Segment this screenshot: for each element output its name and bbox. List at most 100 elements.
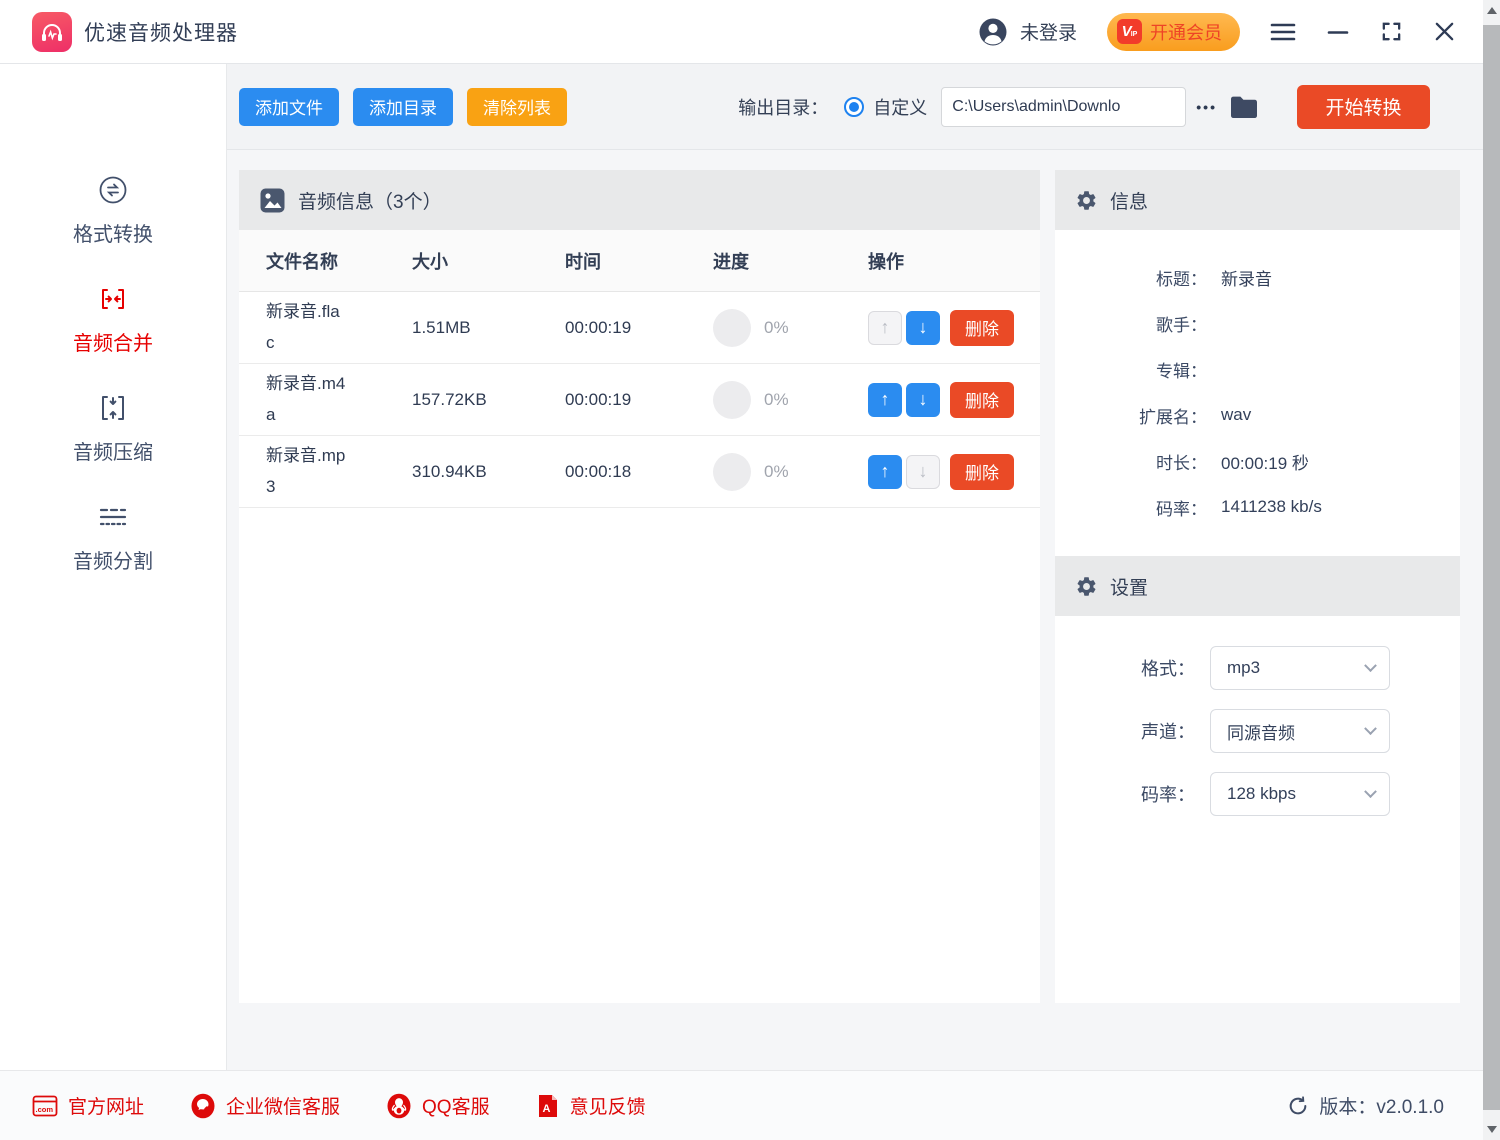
audio-compress-icon [97,392,129,424]
file-name: 新录音.mp3 [266,441,348,502]
open-folder-button[interactable] [1229,94,1259,120]
sidebar-item-audio-merge[interactable]: 音频合并 [73,283,153,356]
file-size: 1.51MB [412,318,565,338]
sidebar-item-format-convert[interactable]: 格式转换 [73,174,153,247]
col-size: 大小 [412,248,565,274]
login-area[interactable]: 未登录 [978,17,1077,47]
audio-info-icon [259,187,286,214]
progress-circle [713,453,751,491]
move-up-button[interactable]: ↑ [868,455,902,489]
footer: .com 官方网址 企业微信客服 QQ客服 [0,1070,1500,1140]
info-field: 专辑： [1055,346,1460,392]
col-operation: 操作 [868,248,1040,274]
progress-circle [713,381,751,419]
app-logo-icon [32,12,72,52]
official-website-link[interactable]: .com 官方网址 [32,1092,144,1119]
toolbar: 添加文件 添加目录 清除列表 输出目录： 自定义 ••• 开始转换 [227,64,1500,150]
info-field: 码率：1411238 kb/s [1055,484,1460,530]
custom-radio[interactable] [844,97,864,117]
info-panel-title: 信息 [1110,187,1148,214]
info-field: 扩展名：wav [1055,392,1460,438]
chevron-down-icon [1364,722,1377,735]
progress-percent: 0% [764,462,789,482]
setting-field: 码率： 128 kbps [1055,772,1460,816]
move-down-button[interactable]: ↓ [906,311,940,345]
feedback-link[interactable]: A 意见反馈 [536,1092,646,1119]
scroll-up-arrow[interactable] [1483,2,1500,19]
wechat-work-icon [190,1093,216,1119]
info-field: 标题：新录音 [1055,254,1460,300]
move-up-button[interactable]: ↑ [868,311,902,345]
setting-field: 声道： 同源音频 [1055,709,1460,753]
close-button[interactable] [1433,20,1456,43]
content-area: 音频信息（3个） 文件名称 大小 时间 进度 操作 新录音.flac 1.51M… [227,150,1500,1070]
progress-circle [713,309,751,347]
audio-merge-icon [97,283,129,315]
col-file-name: 文件名称 [266,248,412,274]
info-field: 歌手： [1055,300,1460,346]
qq-icon [386,1093,412,1119]
folder-icon [1229,94,1259,120]
table-row: 新录音.flac 1.51MB 00:00:19 0% ↑ ↓ 删除 [239,292,1040,364]
delete-button[interactable]: 删除 [950,382,1014,418]
info-field: 时长：00:00:19 秒 [1055,438,1460,484]
version-label: 版本：v2.0.1.0 [1319,1092,1444,1119]
scrollbar[interactable] [1483,0,1500,1140]
chevron-down-icon [1364,785,1377,798]
maximize-icon [1380,20,1403,43]
move-down-button[interactable]: ↓ [906,383,940,417]
info-settings-panel: 信息 标题：新录音 歌手： 专辑： 扩展名：wav [1055,170,1460,1003]
gear-icon [1075,189,1098,212]
format-select[interactable]: mp3 [1210,646,1390,690]
website-icon: .com [32,1095,58,1117]
maximize-button[interactable] [1380,20,1403,43]
file-time: 00:00:19 [565,318,713,338]
refresh-icon[interactable] [1287,1095,1309,1117]
table-header: 文件名称 大小 时间 进度 操作 [239,230,1040,292]
app-window: 优速音频处理器 未登录 VIP 开通会员 [0,0,1500,1140]
sidebar-item-audio-compress[interactable]: 音频压缩 [73,392,153,465]
wechat-service-link[interactable]: 企业微信客服 [190,1092,340,1119]
setting-field: 格式： mp3 [1055,646,1460,690]
delete-button[interactable]: 删除 [950,454,1014,490]
file-time: 00:00:18 [565,462,713,482]
minimize-button[interactable] [1326,20,1350,44]
sidebar-item-audio-split[interactable]: 音频分割 [73,501,153,574]
start-convert-button[interactable]: 开始转换 [1297,85,1430,129]
clear-list-button[interactable]: 清除列表 [467,88,567,126]
col-time: 时间 [565,248,713,274]
output-dir-label: 输出目录： [738,94,828,120]
settings-panel-title: 设置 [1110,573,1148,600]
hamburger-icon [1270,20,1296,44]
add-file-button[interactable]: 添加文件 [239,88,339,126]
scrollbar-thumb[interactable] [1483,25,1500,1110]
sidebar: 格式转换 音频合并 音频压缩 [0,64,227,1070]
output-path-input[interactable] [941,87,1186,127]
add-directory-button[interactable]: 添加目录 [353,88,453,126]
audio-list-panel: 音频信息（3个） 文件名称 大小 时间 进度 操作 新录音.flac 1.51M… [239,170,1040,1003]
audio-list-title: 音频信息（3个） [298,187,442,214]
chevron-down-icon [1364,659,1377,672]
scroll-down-arrow[interactable] [1483,1121,1500,1138]
file-name: 新录音.m4a [266,369,348,430]
file-time: 00:00:19 [565,390,713,410]
login-status[interactable]: 未登录 [1020,18,1077,45]
table-row: 新录音.m4a 157.72KB 00:00:19 0% ↑ ↓ 删除 [239,364,1040,436]
progress-percent: 0% [764,390,789,410]
menu-button[interactable] [1270,20,1296,44]
open-vip-button[interactable]: VIP 开通会员 [1107,13,1240,51]
delete-button[interactable]: 删除 [950,310,1014,346]
table-row: 新录音.mp3 310.94KB 00:00:18 0% ↑ ↓ 删除 [239,436,1040,508]
browse-more-button[interactable]: ••• [1196,99,1217,115]
title-bar: 优速音频处理器 未登录 VIP 开通会员 [0,0,1500,64]
move-up-button[interactable]: ↑ [868,383,902,417]
qq-service-link[interactable]: QQ客服 [386,1092,490,1119]
vip-button-label: 开通会员 [1150,19,1222,45]
file-size: 310.94KB [412,462,565,482]
channel-select[interactable]: 同源音频 [1210,709,1390,753]
progress-percent: 0% [764,318,789,338]
bitrate-select[interactable]: 128 kbps [1210,772,1390,816]
feedback-icon: A [536,1093,560,1119]
move-down-button[interactable]: ↓ [906,455,940,489]
file-name: 新录音.flac [266,297,348,358]
